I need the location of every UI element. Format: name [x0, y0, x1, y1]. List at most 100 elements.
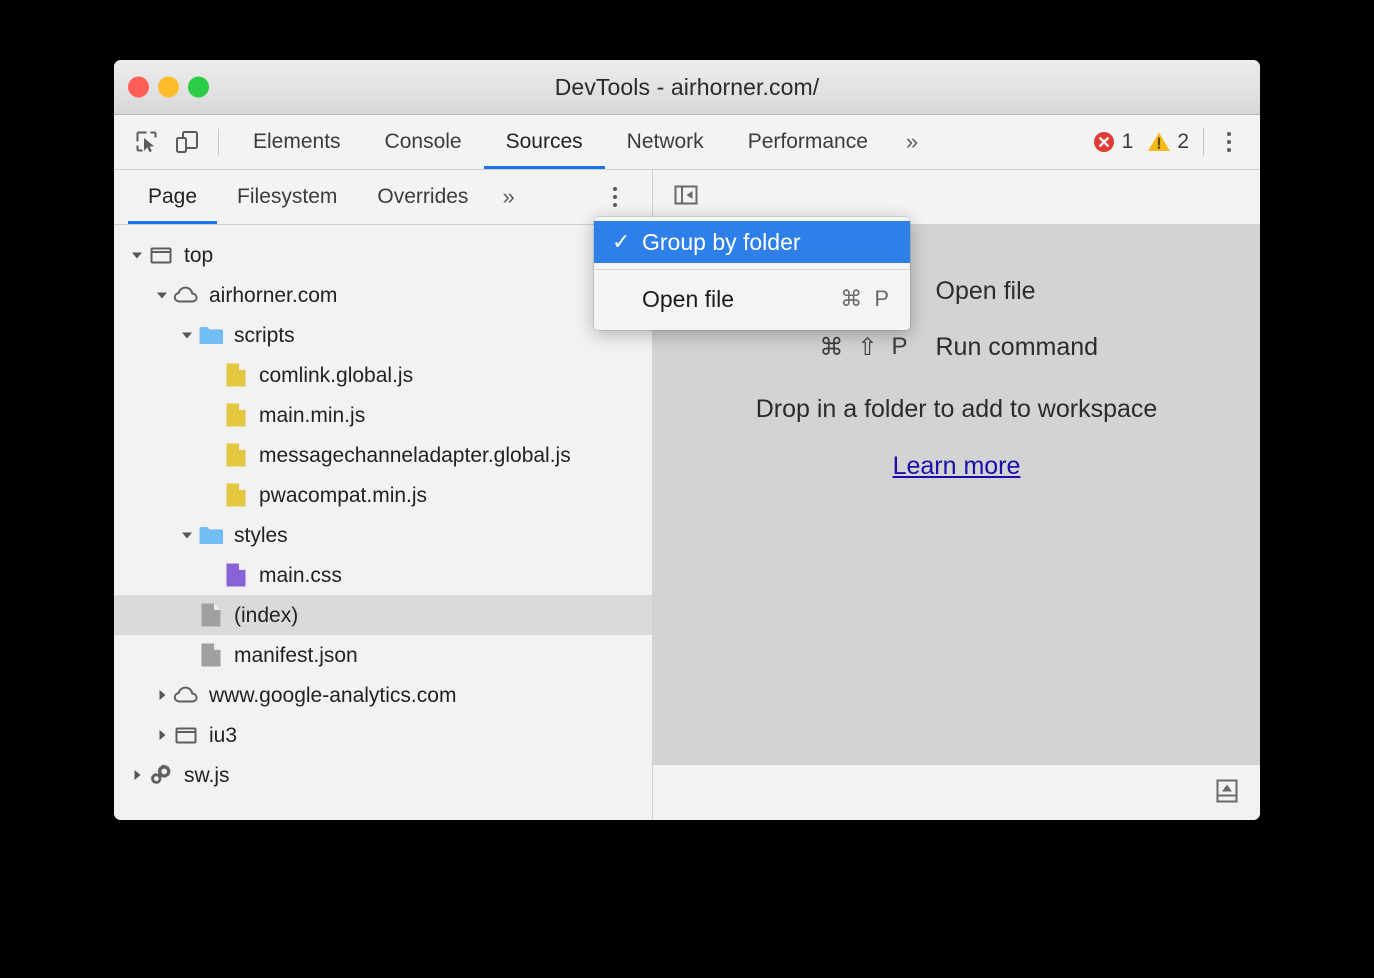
- tree-row[interactable]: airhorner.com: [114, 275, 652, 315]
- tree-row[interactable]: scripts: [114, 315, 652, 355]
- close-window-button[interactable]: [128, 77, 149, 98]
- tree-row-label: sw.js: [184, 765, 230, 786]
- navigator-tab-filesystem[interactable]: Filesystem: [217, 170, 357, 224]
- menu-item-group-by-folder[interactable]: ✓ Group by folder: [594, 221, 910, 263]
- chevron-down-icon[interactable]: [176, 528, 198, 542]
- shortcut-action-open-file: Open file: [936, 277, 1196, 306]
- error-badge[interactable]: 1: [1092, 130, 1134, 154]
- js-file-icon: [223, 442, 249, 468]
- toolbar-right-divider: [1203, 128, 1204, 156]
- warning-badge[interactable]: 2: [1147, 130, 1189, 154]
- js-file-icon: [223, 362, 249, 388]
- navigator-more-options-icon[interactable]: [596, 178, 634, 216]
- document-file-icon: [198, 602, 224, 628]
- navigator-tab-overrides-label: Overrides: [377, 185, 468, 209]
- folder-icon: [198, 324, 224, 346]
- service-worker-icon: [148, 762, 174, 788]
- warning-icon: [1147, 130, 1171, 154]
- shortcut-action-run-command: Run command: [936, 333, 1196, 362]
- chevron-down-icon[interactable]: [126, 248, 148, 262]
- chevron-right-icon[interactable]: [126, 768, 148, 782]
- learn-more-link[interactable]: Learn more: [893, 452, 1021, 481]
- chevron-right-icon[interactable]: [151, 728, 173, 742]
- tab-elements[interactable]: Elements: [231, 115, 363, 169]
- more-panels-chevron-icon[interactable]: »: [890, 115, 934, 169]
- error-count: 1: [1122, 130, 1134, 154]
- tab-performance-label: Performance: [748, 130, 868, 154]
- show-drawer-icon[interactable]: [1212, 776, 1242, 811]
- chevron-right-icon[interactable]: [151, 688, 173, 702]
- key-p-2: P: [891, 333, 907, 361]
- error-icon: [1092, 130, 1116, 154]
- maximize-window-button[interactable]: [188, 77, 209, 98]
- tab-network[interactable]: Network: [605, 115, 726, 169]
- tree-row-label: main.min.js: [259, 405, 365, 426]
- tab-console[interactable]: Console: [363, 115, 484, 169]
- tree-row[interactable]: comlink.global.js: [114, 355, 652, 395]
- collapse-sidebar-icon[interactable]: [671, 180, 701, 215]
- tab-sources-label: Sources: [506, 130, 583, 154]
- tab-performance[interactable]: Performance: [726, 115, 890, 169]
- screenshot-root: DevTools - airhorner.com/ Eleme: [0, 0, 1374, 978]
- tree-row[interactable]: messagechanneladapter.global.js: [114, 435, 652, 475]
- tree-row[interactable]: main.min.js: [114, 395, 652, 435]
- navigator-tab-page[interactable]: Page: [128, 170, 217, 224]
- navigator-pane: Page Filesystem Overrides » top airhorner…: [114, 170, 653, 820]
- cloud-icon: [173, 283, 199, 307]
- tree-row[interactable]: sw.js: [114, 755, 652, 795]
- menu-item-open-file-label: Open file: [642, 286, 734, 313]
- menu-separator: [594, 269, 910, 270]
- editor-statusbar: [653, 764, 1260, 820]
- tree-row-label: styles: [234, 525, 288, 546]
- folder-icon: [198, 524, 224, 546]
- key-shift-2: ⇧: [857, 333, 877, 362]
- tree-row[interactable]: (index): [114, 595, 652, 635]
- window-titlebar: DevTools - airhorner.com/: [114, 60, 1260, 115]
- navigator-tab-overrides[interactable]: Overrides: [357, 170, 488, 224]
- warning-count: 2: [1177, 130, 1189, 154]
- tree-row-label: main.css: [259, 565, 342, 586]
- chevron-down-icon[interactable]: [176, 328, 198, 342]
- navigator-tab-filesystem-label: Filesystem: [237, 185, 337, 209]
- devtools-main-toolbar: Elements Console Sources Network Perform…: [114, 115, 1260, 170]
- css-file-icon: [223, 562, 249, 588]
- tree-row[interactable]: www.google-analytics.com: [114, 675, 652, 715]
- tree-row-label: messagechanneladapter.global.js: [259, 445, 571, 466]
- navigator-context-menu[interactable]: ✓ Group by folder Open file ⌘ P: [594, 217, 910, 330]
- cloud-icon: [173, 683, 199, 707]
- tree-row[interactable]: iu3: [114, 715, 652, 755]
- devtools-window: DevTools - airhorner.com/ Eleme: [114, 60, 1260, 820]
- tree-row[interactable]: styles: [114, 515, 652, 555]
- document-file-icon: [198, 642, 224, 668]
- minimize-window-button[interactable]: [158, 77, 179, 98]
- tree-row-label: manifest.json: [234, 645, 358, 666]
- chevron-down-icon[interactable]: [151, 288, 173, 302]
- toolbar-divider: [218, 129, 219, 155]
- tree-row-label: comlink.global.js: [259, 365, 413, 386]
- tab-console-label: Console: [385, 130, 462, 154]
- tree-row[interactable]: main.css: [114, 555, 652, 595]
- tree-row-label: pwacompat.min.js: [259, 485, 427, 506]
- js-file-icon: [223, 402, 249, 428]
- frame-icon: [148, 243, 174, 267]
- shortcut-keys-run-command: ⌘ ⇧ P: [718, 333, 936, 362]
- kebab-menu-icon[interactable]: [1210, 123, 1248, 161]
- tab-elements-label: Elements: [253, 130, 341, 154]
- tree-row[interactable]: pwacompat.min.js: [114, 475, 652, 515]
- menu-item-open-file[interactable]: Open file ⌘ P: [594, 278, 910, 320]
- navigator-more-tabs-chevron-icon[interactable]: »: [488, 170, 528, 224]
- file-tree[interactable]: top airhorner.comscripts comlink.global.js…: [114, 225, 652, 820]
- device-toolbar-icon[interactable]: [168, 123, 206, 161]
- tree-row[interactable]: top: [114, 235, 652, 275]
- js-file-icon: [223, 482, 249, 508]
- inspect-element-icon[interactable]: [128, 123, 166, 161]
- tree-row[interactable]: manifest.json: [114, 635, 652, 675]
- tree-row-label: iu3: [209, 725, 237, 746]
- window-title: DevTools - airhorner.com/: [114, 74, 1260, 101]
- navigator-more-tabs-label: »: [502, 184, 514, 210]
- key-cmd-2: ⌘: [819, 333, 843, 362]
- panel-tabs: Elements Console Sources Network Perform…: [231, 115, 934, 169]
- more-panels-label: »: [906, 129, 918, 155]
- tab-sources[interactable]: Sources: [484, 115, 605, 169]
- tree-row-label: top: [184, 245, 213, 266]
